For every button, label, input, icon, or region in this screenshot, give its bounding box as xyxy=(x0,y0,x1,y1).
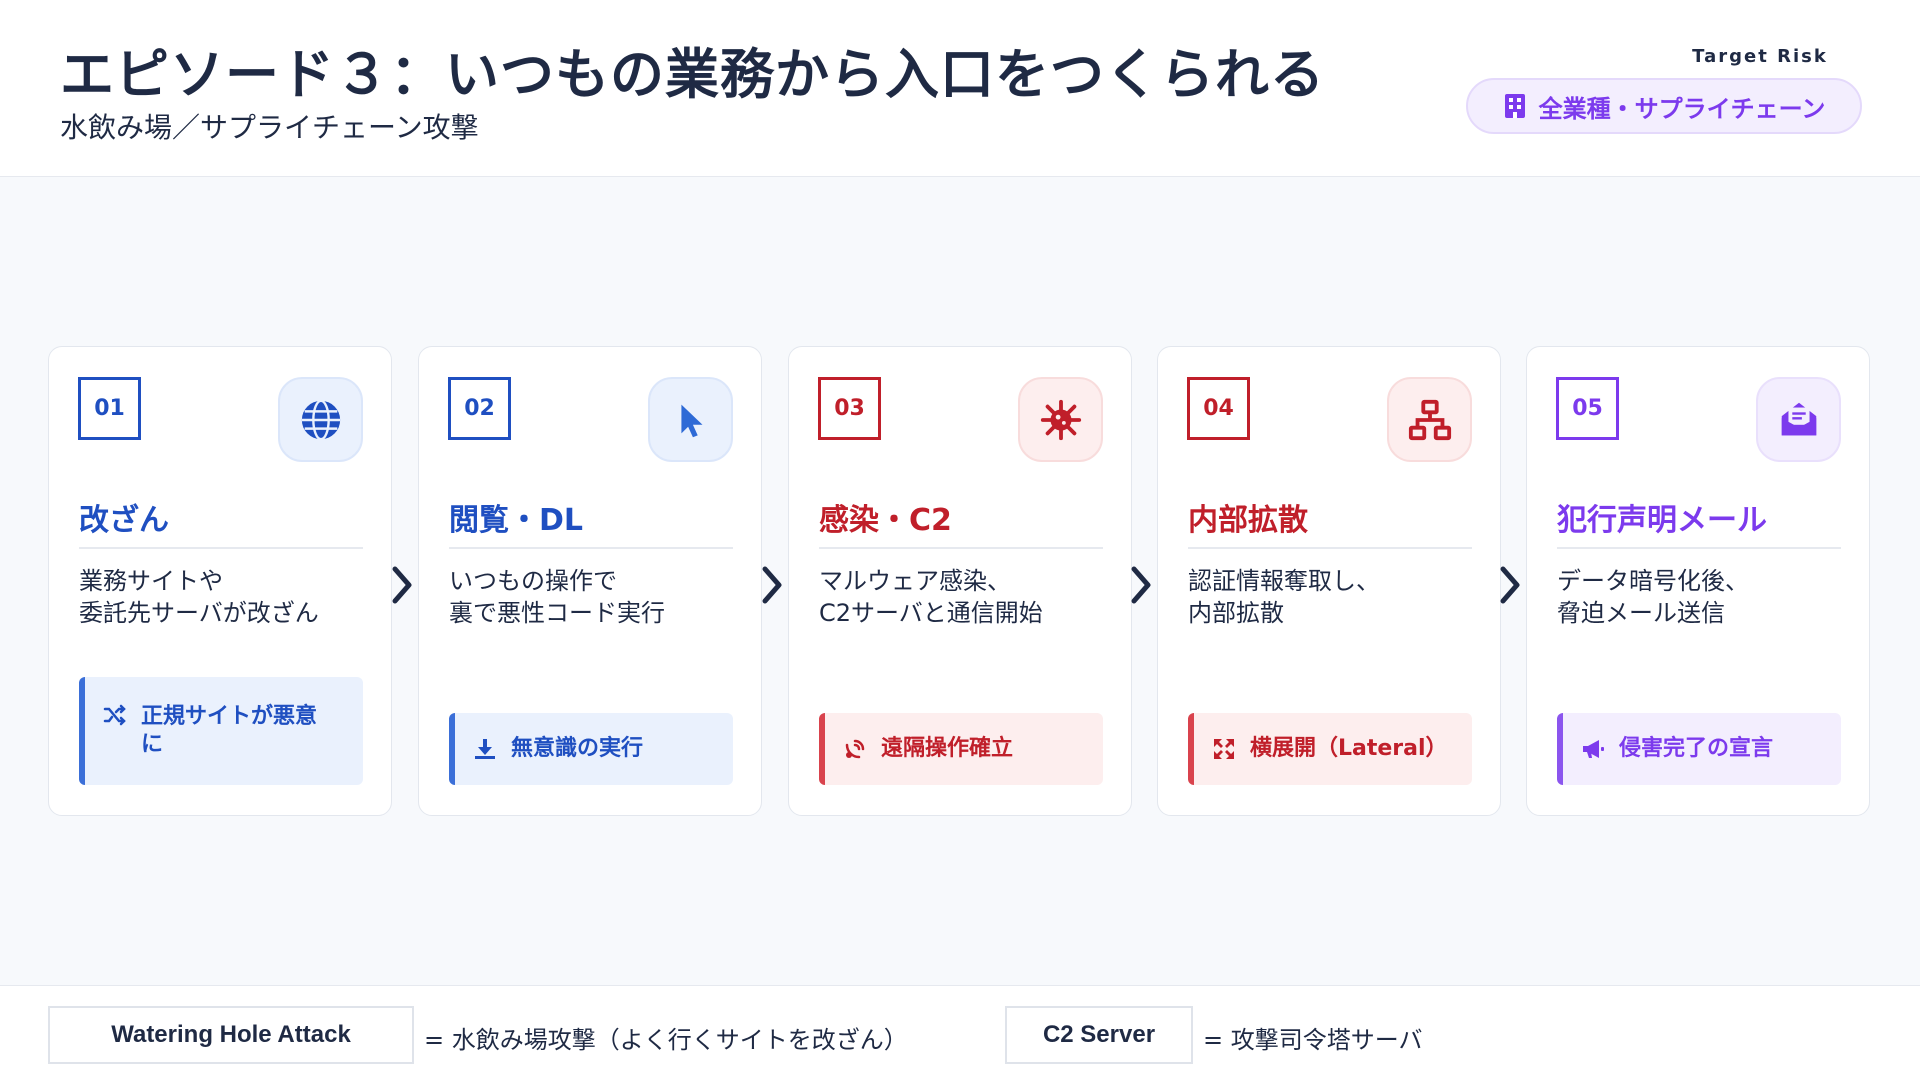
step-card-02: 02 閲覧・DL いつもの操作で 裏で悪性コード実行 無意識の実行 xyxy=(418,346,762,816)
divider xyxy=(79,547,363,549)
step-title: 犯行声明メール xyxy=(1557,503,1767,538)
step-title: 閲覧・DL xyxy=(449,503,584,538)
step-card-04: 04 内部拡散 認証情報奪取し、 内部拡散 横展開（Lateral） xyxy=(1157,346,1501,816)
glossary-definition: = 水飲み場攻撃（よく行くサイトを改ざん） xyxy=(424,1026,908,1054)
step-card-05: 05 犯行声明メール データ暗号化後、 脅迫メール送信 侵害完了の宣言 xyxy=(1526,346,1870,816)
step-icon-box xyxy=(1018,377,1103,462)
step-badge: 侵害完了の宣言 xyxy=(1557,713,1841,785)
divider xyxy=(819,547,1103,549)
cursor-icon xyxy=(680,404,702,437)
chevron-right-icon xyxy=(1131,566,1151,604)
glossary-term: Watering Hole Attack xyxy=(48,1006,414,1064)
page-subtitle: 水飲み場／サプライチェーン攻撃 xyxy=(60,111,479,144)
network-icon xyxy=(1408,399,1451,440)
chevron-right-icon xyxy=(1500,566,1520,604)
shuffle-icon xyxy=(103,704,126,726)
step-icon-box xyxy=(1387,377,1472,462)
step-number: 04 xyxy=(1187,377,1250,440)
envelope-open-icon xyxy=(1781,402,1816,435)
page-title: エピソード３：いつもの業務から入口をつくられる xyxy=(60,43,1325,106)
virus-icon xyxy=(1040,399,1081,440)
step-badge: 遠隔操作確立 xyxy=(819,713,1103,785)
satellite-dish-icon xyxy=(845,739,865,759)
glossary-footer: Watering Hole Attack = 水飲み場攻撃（よく行くサイトを改ざ… xyxy=(0,985,1920,1080)
target-risk-badge: 全業種・サプライチェーン xyxy=(1466,78,1862,134)
target-risk-value: 全業種・サプライチェーン xyxy=(1538,94,1826,123)
divider xyxy=(449,547,733,549)
step-badge: 横展開（Lateral） xyxy=(1188,713,1472,785)
step-number: 01 xyxy=(78,377,141,440)
step-number: 03 xyxy=(818,377,881,440)
step-badge-label: 遠隔操作確立 xyxy=(881,736,1014,761)
step-badge: 無意識の実行 xyxy=(449,713,733,785)
step-description: いつもの操作で 裏で悪性コード実行 xyxy=(449,567,665,627)
chevron-right-icon xyxy=(762,566,782,604)
chevron-right-icon xyxy=(392,566,412,604)
step-badge-label: 横展開（Lateral） xyxy=(1250,736,1448,761)
step-description: データ暗号化後、 脅迫メール送信 xyxy=(1557,567,1749,627)
step-icon-box xyxy=(1756,377,1841,462)
step-card-03: 03 感染・C2 マルウェア感染、 C2サーバと通信開始 遠隔操作確立 xyxy=(788,346,1132,816)
step-badge-label: 正規サイトが悪意 に xyxy=(141,704,318,757)
step-badge-label: 侵害完了の宣言 xyxy=(1619,736,1774,761)
step-description: マルウェア感染、 C2サーバと通信開始 xyxy=(819,567,1043,627)
step-number: 02 xyxy=(448,377,511,440)
step-title: 内部拡散 xyxy=(1188,503,1308,538)
step-description: 認証情報奪取し、 内部拡散 xyxy=(1188,567,1380,627)
step-badge: 正規サイトが悪意 に xyxy=(79,677,363,785)
building-icon xyxy=(1504,94,1525,118)
step-icon-box xyxy=(648,377,733,462)
globe-icon xyxy=(301,399,340,440)
target-risk-label: Target Risk xyxy=(1692,46,1828,67)
step-icon-box xyxy=(278,377,363,462)
step-card-01: 01 改ざん 業務サイトや 委託先サーバが改ざん 正規サイトが悪意 に xyxy=(48,346,392,816)
step-description: 業務サイトや 委託先サーバが改ざん xyxy=(79,567,319,627)
divider xyxy=(1188,547,1472,549)
step-title: 感染・C2 xyxy=(819,503,952,538)
header: エピソード３：いつもの業務から入口をつくられる 水飲み場／サプライチェーン攻撃 … xyxy=(0,0,1920,177)
step-title: 改ざん xyxy=(79,503,169,538)
glossary-term: C2 Server xyxy=(1005,1006,1193,1064)
megaphone-icon xyxy=(1583,740,1604,758)
step-badge-label: 無意識の実行 xyxy=(511,736,644,761)
download-icon xyxy=(475,739,495,759)
glossary-definition: = 攻撃司令塔サーバ xyxy=(1203,1026,1423,1054)
step-number: 05 xyxy=(1556,377,1619,440)
divider xyxy=(1557,547,1841,549)
expand-arrows-icon xyxy=(1214,739,1234,759)
